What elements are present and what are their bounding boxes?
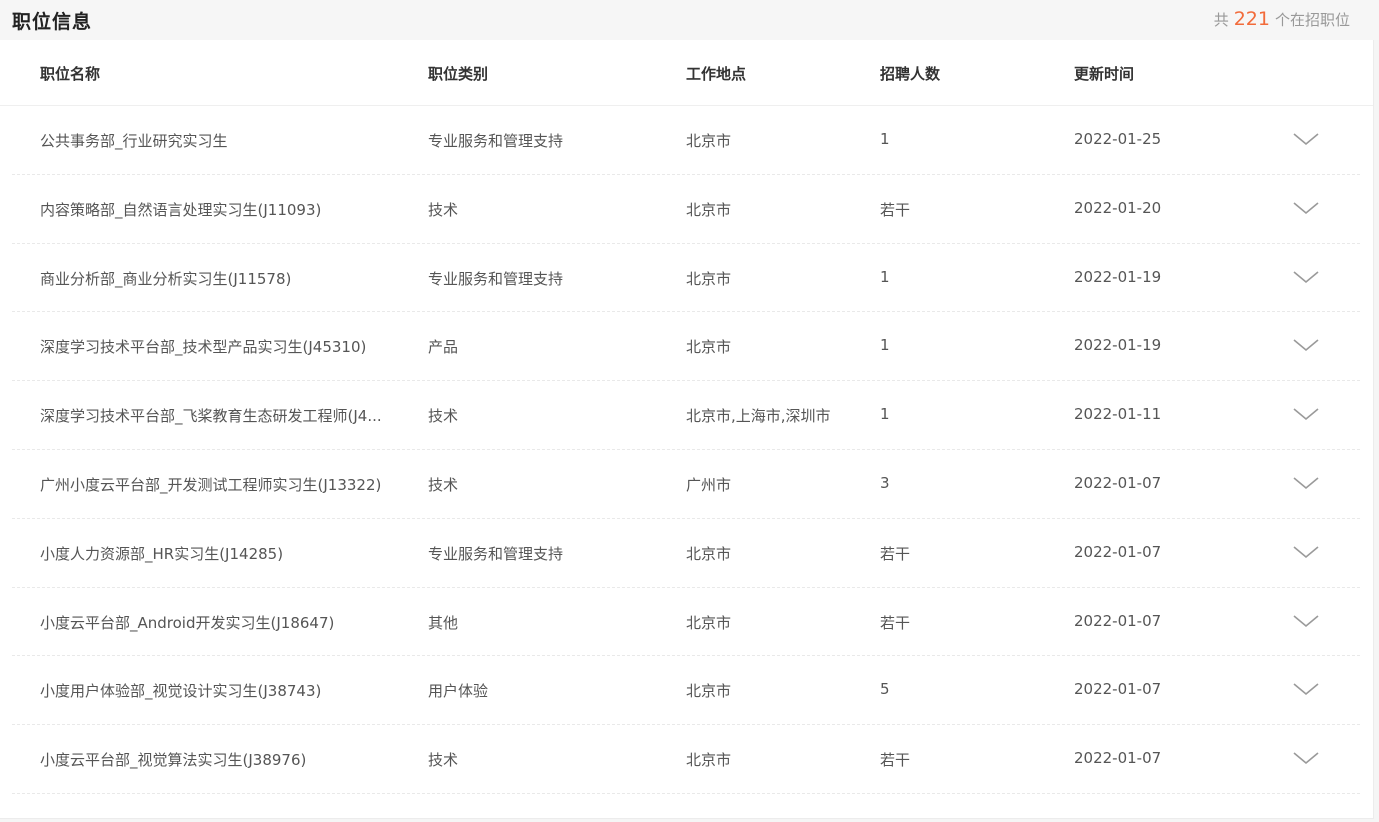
job-headcount: 1 bbox=[880, 130, 890, 148]
job-headcount: 3 bbox=[880, 473, 890, 492]
chevron-down-icon[interactable] bbox=[1292, 406, 1320, 422]
job-updated: 2022-01-19 bbox=[1074, 267, 1162, 286]
job-location: 北京市 bbox=[686, 269, 732, 288]
chevron-down-icon[interactable] bbox=[1292, 131, 1320, 147]
job-count-prefix: 共 bbox=[1213, 11, 1229, 29]
job-location: 北京市,上海市,深圳市 bbox=[686, 407, 831, 426]
table-row[interactable]: 小度云平台部_Android开发实习生(J18647) 其他 北京市 若干 20… bbox=[0, 588, 1373, 657]
chevron-down-icon[interactable] bbox=[1292, 613, 1320, 629]
job-category: 其他 bbox=[428, 613, 459, 632]
column-header-headcount: 招聘人数 bbox=[880, 65, 941, 83]
job-updated: 2022-01-07 bbox=[1074, 680, 1162, 699]
job-headcount: 1 bbox=[880, 405, 890, 424]
table-body: 公共事务部_行业研究实习生 专业服务和管理支持 北京市 1 2022-01-25… bbox=[0, 106, 1373, 794]
job-location: 北京市 bbox=[686, 132, 732, 150]
job-headcount: 5 bbox=[880, 680, 890, 699]
chevron-down-icon[interactable] bbox=[1292, 200, 1320, 216]
chevron-down-icon[interactable] bbox=[1292, 337, 1320, 353]
chevron-down-icon[interactable] bbox=[1292, 750, 1320, 766]
job-name: 小度人力资源部_HR实习生(J14285) bbox=[40, 544, 284, 563]
job-headcount: 若干 bbox=[880, 751, 911, 770]
job-updated: 2022-01-07 bbox=[1074, 611, 1162, 630]
job-name: 商业分析部_商业分析实习生(J11578) bbox=[40, 269, 292, 288]
table-row[interactable]: 小度人力资源部_HR实习生(J14285) 专业服务和管理支持 北京市 若干 2… bbox=[0, 519, 1373, 588]
section-header: 职位信息 共 221 个在招职位 bbox=[0, 0, 1379, 40]
job-name: 公共事务部_行业研究实习生 bbox=[40, 132, 228, 150]
job-count-number: 221 bbox=[1233, 8, 1270, 30]
job-name: 深度学习技术平台部_飞桨教育生态研发工程师(J4... bbox=[40, 407, 382, 426]
table-row[interactable]: 小度用户体验部_视觉设计实习生(J38743) 用户体验 北京市 5 2022-… bbox=[0, 656, 1373, 725]
job-name: 小度用户体验部_视觉设计实习生(J38743) bbox=[40, 682, 322, 701]
column-header-updated: 更新时间 bbox=[1074, 65, 1135, 83]
chevron-down-icon[interactable] bbox=[1292, 544, 1320, 560]
job-updated: 2022-01-07 bbox=[1074, 749, 1162, 768]
job-location: 北京市 bbox=[686, 338, 732, 357]
table-header: 职位名称 职位类别 工作地点 招聘人数 更新时间 bbox=[0, 40, 1373, 106]
table-row[interactable]: 内容策略部_自然语言处理实习生(J11093) 技术 北京市 若干 2022-0… bbox=[0, 175, 1373, 244]
job-count-suffix: 个在招职位 bbox=[1274, 11, 1350, 29]
job-location: 北京市 bbox=[686, 613, 732, 632]
job-updated: 2022-01-20 bbox=[1074, 198, 1162, 217]
page-title: 职位信息 bbox=[12, 11, 93, 33]
job-category: 技术 bbox=[428, 407, 459, 426]
job-name: 深度学习技术平台部_技术型产品实习生(J45310) bbox=[40, 338, 367, 357]
chevron-down-icon[interactable] bbox=[1292, 681, 1320, 697]
job-name: 广州小度云平台部_开发测试工程师实习生(J13322) bbox=[40, 475, 382, 494]
job-updated: 2022-01-07 bbox=[1074, 473, 1162, 492]
job-table: 职位名称 职位类别 工作地点 招聘人数 更新时间 公共事务部_行业研究实习生 专… bbox=[0, 40, 1374, 819]
job-headcount: 若干 bbox=[880, 613, 911, 632]
job-name: 内容策略部_自然语言处理实习生(J11093) bbox=[40, 200, 322, 219]
job-name: 小度云平台部_视觉算法实习生(J38976) bbox=[40, 751, 307, 770]
job-category: 专业服务和管理支持 bbox=[428, 132, 564, 150]
job-headcount: 若干 bbox=[880, 544, 911, 563]
job-category: 专业服务和管理支持 bbox=[428, 544, 564, 563]
job-location: 北京市 bbox=[686, 200, 732, 219]
table-row[interactable]: 商业分析部_商业分析实习生(J11578) 专业服务和管理支持 北京市 1 20… bbox=[0, 244, 1373, 313]
job-category: 技术 bbox=[428, 751, 459, 770]
column-header-name: 职位名称 bbox=[40, 65, 101, 83]
job-category: 技术 bbox=[428, 475, 459, 494]
column-header-location: 工作地点 bbox=[686, 65, 747, 83]
job-location: 北京市 bbox=[686, 544, 732, 563]
job-updated: 2022-01-19 bbox=[1074, 336, 1162, 355]
job-location: 北京市 bbox=[686, 682, 732, 701]
job-updated: 2022-01-11 bbox=[1074, 405, 1162, 424]
table-row[interactable]: 深度学习技术平台部_技术型产品实习生(J45310) 产品 北京市 1 2022… bbox=[0, 312, 1373, 381]
table-row[interactable]: 公共事务部_行业研究实习生 专业服务和管理支持 北京市 1 2022-01-25 bbox=[0, 106, 1373, 175]
job-updated: 2022-01-07 bbox=[1074, 542, 1162, 561]
job-name: 小度云平台部_Android开发实习生(J18647) bbox=[40, 613, 335, 632]
table-row[interactable]: 广州小度云平台部_开发测试工程师实习生(J13322) 技术 广州市 3 202… bbox=[0, 450, 1373, 519]
job-count: 共 221 个在招职位 bbox=[1214, 8, 1350, 30]
column-header-category: 职位类别 bbox=[428, 65, 489, 83]
table-row[interactable]: 小度云平台部_视觉算法实习生(J38976) 技术 北京市 若干 2022-01… bbox=[0, 725, 1373, 794]
job-category: 专业服务和管理支持 bbox=[428, 269, 564, 288]
job-headcount: 1 bbox=[880, 267, 890, 286]
table-row[interactable]: 深度学习技术平台部_飞桨教育生态研发工程师(J4... 技术 北京市,上海市,深… bbox=[0, 381, 1373, 450]
chevron-down-icon[interactable] bbox=[1292, 475, 1320, 491]
job-updated: 2022-01-25 bbox=[1074, 130, 1162, 148]
job-location: 北京市 bbox=[686, 751, 732, 770]
job-category: 产品 bbox=[428, 338, 459, 357]
chevron-down-icon[interactable] bbox=[1292, 269, 1320, 285]
job-headcount: 若干 bbox=[880, 200, 911, 219]
job-location: 广州市 bbox=[686, 475, 732, 494]
job-category: 技术 bbox=[428, 200, 459, 219]
job-headcount: 1 bbox=[880, 336, 890, 355]
job-category: 用户体验 bbox=[428, 682, 489, 701]
